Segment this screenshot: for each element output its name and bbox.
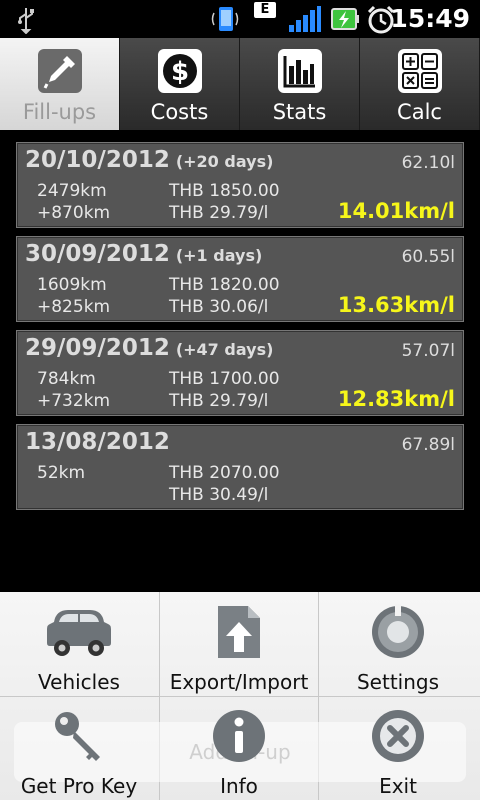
phone-icon — [211, 7, 239, 31]
fillup-date: 30/09/2012 (+1 days) — [25, 241, 263, 267]
menu-label: Export/Import — [169, 670, 309, 694]
exit-icon — [372, 710, 424, 762]
tab-bar: Fill-ups $ Costs Stats Calc — [0, 38, 480, 130]
fillup-distance: +825km — [37, 297, 111, 317]
fillup-date: 20/10/2012 (+20 days) — [25, 147, 274, 173]
menu-item-info[interactable]: Info — [160, 696, 318, 800]
clock: 15:49 — [390, 4, 470, 33]
fillup-volume: 60.55l — [401, 247, 455, 267]
menu-item-settings[interactable]: Settings — [319, 592, 477, 696]
fillup-days: (+47 days) — [175, 340, 274, 359]
fillup-distance: +870km — [37, 203, 111, 223]
tab-fill-ups[interactable]: Fill-ups — [0, 38, 120, 130]
menu-item-vehicles[interactable]: Vehicles — [0, 592, 158, 696]
usb-icon — [18, 8, 34, 34]
fillup-odometer: 52km — [37, 463, 86, 483]
fillup-volume: 57.07l — [401, 341, 455, 361]
fillup-price-per-liter: THB 29.79/l — [169, 391, 269, 411]
tab-calc[interactable]: Calc — [360, 38, 480, 130]
fillup-odometer: 784km — [37, 369, 96, 389]
fillup-price-per-liter: THB 29.79/l — [169, 203, 269, 223]
dollar-icon: $ — [157, 49, 202, 93]
fillup-odometer: 1609km — [37, 275, 107, 295]
fillup-days: (+1 days) — [175, 246, 263, 265]
tab-label: Stats — [272, 100, 327, 124]
svg-text:$: $ — [170, 57, 188, 87]
fillup-card[interactable]: 29/09/2012 (+47 days) 57.07l 784km +732km… — [16, 330, 464, 416]
fillup-price: THB 1850.00 — [169, 181, 280, 201]
calculator-icon — [397, 49, 442, 93]
battery-charging-icon — [331, 8, 359, 30]
fillup-odometer: 2479km — [37, 181, 107, 201]
fuel-pump-icon — [37, 49, 82, 93]
fillup-efficiency: 13.63km/l — [337, 293, 455, 317]
tab-stats[interactable]: Stats — [240, 38, 360, 130]
car-icon — [47, 610, 111, 656]
fillup-price-per-liter: THB 30.49/l — [169, 485, 269, 505]
fillup-card[interactable]: 13/08/2012 67.89l 52km THB 2070.00 THB 3… — [16, 424, 464, 510]
fillup-distance: +732km — [37, 391, 111, 411]
settings-icon — [372, 604, 424, 658]
tab-costs[interactable]: $ Costs — [120, 38, 240, 130]
fillup-price-per-liter: THB 30.06/l — [169, 297, 269, 317]
tab-label: Calc — [397, 100, 442, 124]
fillup-volume: 62.10l — [401, 153, 455, 173]
fillup-volume: 67.89l — [401, 435, 455, 455]
menu-label: Get Pro Key — [20, 774, 138, 798]
fillup-date: 13/08/2012 — [25, 429, 170, 455]
fillup-list: 20/10/2012 (+20 days) 62.10l 2479km +870k… — [16, 142, 464, 518]
menu-item-exit[interactable]: Exit — [319, 696, 477, 800]
status-bar: E 15:49 — [0, 0, 480, 38]
fillup-price: THB 2070.00 — [169, 463, 280, 483]
tab-label: Fill-ups — [22, 100, 97, 124]
fillup-efficiency: 12.83km/l — [337, 387, 455, 411]
options-menu: Vehicles Export/Import Settings Add fill… — [0, 592, 480, 800]
menu-label: Exit — [379, 774, 417, 798]
signal-icon — [289, 6, 321, 32]
fillup-date: 29/09/2012 (+47 days) — [25, 335, 274, 361]
fillup-efficiency: 14.01km/l — [337, 199, 455, 223]
network-e-icon: E — [254, 2, 276, 18]
fillup-card[interactable]: 20/10/2012 (+20 days) 62.10l 2479km +870k… — [16, 142, 464, 228]
export-import-icon — [218, 606, 260, 658]
menu-item-get-pro-key[interactable]: Get Pro Key — [0, 696, 158, 800]
menu-label: Info — [220, 774, 258, 798]
fillup-price: THB 1700.00 — [169, 369, 280, 389]
fillup-card[interactable]: 30/09/2012 (+1 days) 60.55l 1609km +825km… — [16, 236, 464, 322]
key-icon — [55, 712, 100, 761]
tab-label: Costs — [150, 100, 209, 124]
menu-label: Settings — [356, 670, 440, 694]
info-icon — [213, 710, 265, 762]
fillup-days: (+20 days) — [175, 152, 274, 171]
menu-label: Vehicles — [38, 670, 120, 694]
bar-chart-icon — [277, 49, 322, 93]
fillup-price: THB 1820.00 — [169, 275, 280, 295]
menu-item-export-import[interactable]: Export/Import — [160, 592, 318, 696]
